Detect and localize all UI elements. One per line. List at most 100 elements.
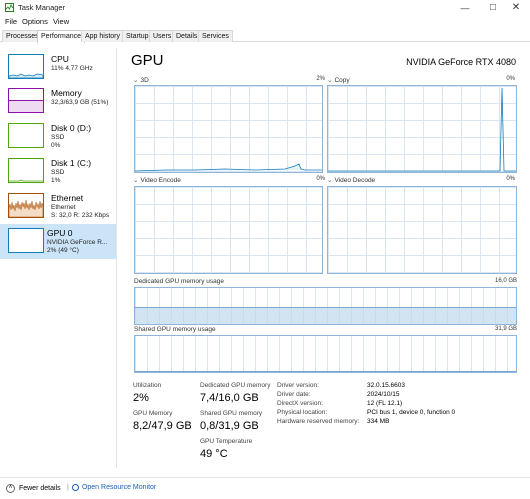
dedicated-gpu-memory-value: 7,4/16,0 GB	[200, 392, 259, 404]
engine-percent: 2%	[316, 76, 325, 82]
sidebar-sub: 2% (49 °C)	[47, 247, 79, 254]
info-value: PCI bus 1, device 0, function 0	[367, 409, 456, 416]
sidebar-item-cpu[interactable]: CPU 11% 4,77 GHz	[4, 50, 117, 85]
sidebar-sub: 32,3/63,9 GB (51%)	[51, 99, 109, 106]
chevron-up-icon: ˄	[6, 484, 15, 493]
chevron-down-icon: ⌄	[133, 177, 139, 184]
shared-memory-label: Shared GPU memory usage	[134, 326, 216, 333]
title-bar: Task Manager — □ ✕	[0, 0, 530, 15]
engine-percent: 0%	[316, 176, 325, 182]
sidebar-item-ethernet[interactable]: Ethernet Ethernet S: 32,0 R: 232 Kbps	[4, 189, 117, 224]
footer-bar: ˄ Fewer details | Open Resource Monitor	[0, 477, 530, 499]
gpu-temperature-label: GPU Temperature	[200, 438, 253, 445]
chart-copy	[327, 85, 517, 173]
resource-sidebar: CPU 11% 4,77 GHz Memory 32,3/63,9 GB (51…	[0, 48, 117, 468]
minimize-icon: —	[460, 2, 470, 13]
disk-1-thumbnail-graph	[8, 158, 44, 183]
engine-name: Video Encode	[140, 177, 181, 184]
chart-3d-line	[135, 163, 322, 172]
info-key: DirectX version:	[277, 400, 323, 407]
engine-selector-video-decode[interactable]: ⌄ Video Decode	[327, 176, 375, 184]
utilization-value: 2%	[133, 392, 149, 404]
footer-divider: |	[67, 484, 69, 491]
tab-app-history[interactable]: App history	[81, 30, 125, 42]
engine-name: Copy	[334, 77, 350, 84]
memory-thumbnail-graph	[8, 88, 44, 113]
shared-memory-max: 31,9 GB	[494, 326, 517, 332]
ethernet-thumbnail-graph	[8, 193, 44, 218]
tab-details[interactable]: Details	[172, 30, 202, 42]
info-key: Physical location:	[277, 409, 328, 416]
chart-video-encode	[134, 186, 323, 274]
sidebar-sub: S: 32,0 R: 232 Kbps	[51, 212, 110, 219]
sidebar-sub: NVIDIA GeForce R...	[47, 239, 108, 246]
engine-selector-3d[interactable]: ⌄ 3D	[133, 76, 149, 84]
gpu-memory-label: GPU Memory	[133, 410, 173, 417]
sidebar-item-disk-0[interactable]: Disk 0 (D:) SSD 0%	[4, 119, 117, 154]
shared-gpu-memory-value: 0,8/31,9 GB	[200, 420, 259, 432]
disk-0-thumbnail-graph	[8, 123, 44, 148]
engine-selector-video-encode[interactable]: ⌄ Video Encode	[133, 176, 181, 184]
gpu-details-panel: GPU NVIDIA GeForce RTX 4080 ⌄ 3D 2% ⌄ Copy…	[117, 48, 530, 468]
sidebar-title: CPU	[51, 54, 69, 64]
maximize-icon: □	[489, 2, 497, 13]
shared-gpu-memory-label: Shared GPU memory	[200, 410, 263, 417]
cpu-thumbnail-graph	[8, 54, 44, 79]
minimize-button[interactable]: —	[451, 0, 479, 15]
sidebar-title: Memory	[51, 88, 82, 98]
menu-options[interactable]: Options	[22, 17, 48, 26]
close-icon: ✕	[511, 2, 521, 13]
sidebar-sub: Ethernet	[51, 204, 76, 211]
chart-video-decode	[327, 186, 517, 274]
sidebar-title: Disk 1 (C:)	[51, 158, 92, 168]
dedicated-memory-fill	[135, 307, 516, 324]
engine-percent: 0%	[506, 76, 515, 82]
resource-monitor-label: Open Resource Monitor	[81, 484, 157, 492]
info-key: Hardware reserved memory:	[277, 418, 360, 425]
tab-startup[interactable]: Startup	[122, 30, 153, 42]
sidebar-item-memory[interactable]: Memory 32,3/63,9 GB (51%)	[4, 84, 117, 119]
engine-selector-copy[interactable]: ⌄ Copy	[327, 76, 350, 84]
menu-file[interactable]: File	[5, 17, 17, 26]
tab-performance[interactable]: Performance	[37, 30, 86, 43]
utilization-label: Utilization	[133, 382, 162, 389]
open-resource-monitor-link[interactable]: Open Resource Monitor	[72, 484, 156, 491]
chevron-down-icon: ⌄	[327, 177, 333, 184]
tab-services[interactable]: Services	[198, 30, 233, 42]
info-key: Driver date:	[277, 391, 311, 398]
sidebar-title: GPU 0	[47, 228, 73, 238]
gpu-thumbnail-graph	[8, 228, 44, 253]
chevron-down-icon: ⌄	[327, 77, 333, 84]
menu-view[interactable]: View	[53, 17, 69, 26]
chart-copy-line	[328, 87, 516, 172]
sidebar-item-disk-1[interactable]: Disk 1 (C:) SSD 1%	[4, 154, 117, 189]
dedicated-gpu-memory-label: Dedicated GPU memory	[200, 382, 271, 389]
window-title: Task Manager	[18, 3, 66, 12]
sidebar-sub: SSD	[51, 134, 65, 141]
chevron-down-icon: ⌄	[133, 77, 139, 84]
gpu-temperature-value: 49 °C	[200, 448, 228, 460]
dedicated-memory-chart	[134, 287, 517, 325]
resource-monitor-icon	[72, 484, 79, 491]
page-title: GPU	[131, 52, 164, 69]
fewer-details-button[interactable]: ˄ Fewer details	[6, 484, 61, 493]
gpu-memory-value: 8,2/47,9 GB	[133, 420, 192, 432]
info-value: 2024/10/15	[367, 391, 400, 398]
gpu-model-name: NVIDIA GeForce RTX 4080	[406, 57, 516, 67]
sidebar-sub: 11% 4,77 GHz	[51, 65, 93, 72]
sidebar-item-gpu-0[interactable]: GPU 0 NVIDIA GeForce R... 2% (49 °C)	[0, 224, 116, 259]
close-button[interactable]: ✕	[502, 0, 530, 15]
info-key: Driver version:	[277, 382, 319, 389]
fewer-details-label: Fewer details	[18, 485, 61, 493]
info-value: 12 (FL 12.1)	[367, 400, 403, 407]
tab-bar: Processes Performance App history Startu…	[0, 29, 530, 43]
info-value: 32.0.15.6603	[367, 382, 405, 389]
shared-memory-fill	[135, 370, 516, 372]
info-value: 334 MB	[367, 418, 390, 425]
chart-3d	[134, 85, 323, 173]
engine-name: 3D	[140, 77, 149, 84]
engine-name: Video Decode	[334, 177, 376, 184]
sidebar-sub: SSD	[51, 169, 65, 176]
sidebar-title: Ethernet	[51, 193, 84, 203]
shared-memory-chart	[134, 335, 517, 373]
